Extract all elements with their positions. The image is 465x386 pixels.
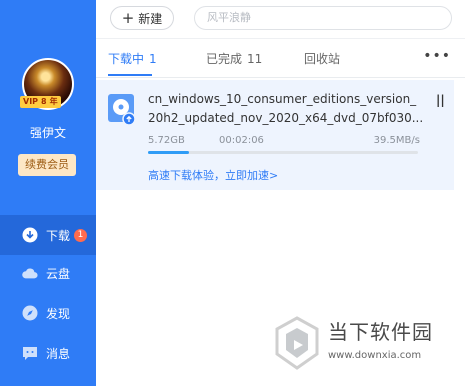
sidebar-item-label: 发现 bbox=[46, 306, 71, 321]
pause-icon[interactable]: || bbox=[436, 93, 445, 107]
watermark-url: www.downxia.com bbox=[328, 350, 422, 361]
watermark-logo-icon bbox=[274, 316, 320, 370]
vip-suffix: 年 bbox=[49, 97, 58, 106]
tab-label: 回收站 bbox=[304, 52, 341, 66]
sidebar-item-label: 下载 bbox=[46, 228, 71, 243]
new-task-button[interactable]: + 新建 bbox=[110, 6, 174, 30]
sidebar-item-download[interactable]: 下载 1 bbox=[0, 215, 96, 255]
progress-fill bbox=[148, 151, 189, 154]
disc-image-file-icon bbox=[108, 94, 136, 126]
cloud-icon bbox=[22, 265, 38, 281]
tab-label: 已完成 bbox=[206, 52, 243, 66]
message-icon bbox=[22, 345, 38, 361]
tab-count: 11 bbox=[247, 52, 263, 66]
plus-icon: + bbox=[121, 8, 135, 27]
accelerate-link[interactable]: 高速下载体验，立即加速> bbox=[148, 167, 278, 183]
tab-downloading[interactable]: 下载中 1 bbox=[108, 50, 157, 67]
active-tab-indicator bbox=[108, 74, 152, 76]
vip-level: 8 bbox=[41, 97, 47, 106]
sidebar-item-label: 消息 bbox=[46, 346, 71, 361]
compass-icon bbox=[22, 305, 38, 321]
tab-bar: 下载中 1 已完成 11 回收站 ••• bbox=[96, 39, 465, 77]
file-size: 5.72GB bbox=[148, 135, 185, 146]
more-options-icon[interactable]: ••• bbox=[423, 48, 451, 64]
vip-badge: VIP 8 年 bbox=[20, 96, 61, 108]
watermark-title: 当下软件园 bbox=[328, 320, 433, 344]
renew-membership-button[interactable]: 续费会员 bbox=[18, 154, 76, 176]
elapsed-time: 00:02:06 bbox=[219, 135, 264, 146]
file-name: cn_windows_10_consumer_editions_version_… bbox=[148, 90, 428, 128]
progress-bar bbox=[148, 151, 418, 154]
file-name-line-2: 20h2_updated_nov_2020_x64_dvd_07bf030... bbox=[148, 111, 424, 125]
username: 强伊文 bbox=[29, 126, 66, 140]
tab-label: 下载中 bbox=[108, 52, 145, 66]
sidebar-item-label: 云盘 bbox=[46, 266, 71, 281]
tab-count: 1 bbox=[149, 52, 157, 66]
download-speed: 39.5MB/s bbox=[373, 135, 420, 146]
vip-label: VIP bbox=[23, 97, 39, 106]
top-bar: + 新建 风平浪静 bbox=[96, 0, 465, 39]
tab-completed[interactable]: 已完成 11 bbox=[206, 50, 262, 67]
sidebar-item-discover[interactable]: 发现 bbox=[0, 293, 96, 333]
sidebar: VIP 8 年 强伊文 续费会员 下载 1 云盘 发现 消息 bbox=[0, 0, 96, 386]
download-icon bbox=[22, 227, 38, 243]
download-count-badge: 1 bbox=[74, 228, 88, 242]
sidebar-item-cloud[interactable]: 云盘 bbox=[0, 253, 96, 293]
new-task-label: 新建 bbox=[138, 11, 163, 26]
search-input[interactable]: 风平浪静 bbox=[194, 6, 452, 30]
watermark: 当下软件园 www.downxia.com bbox=[272, 312, 462, 382]
divider bbox=[96, 77, 465, 78]
sidebar-item-messages[interactable]: 消息 bbox=[0, 333, 96, 373]
tab-recycle-bin[interactable]: 回收站 bbox=[304, 50, 340, 67]
download-task-row[interactable]: cn_windows_10_consumer_editions_version_… bbox=[96, 80, 454, 190]
file-name-line-1: cn_windows_10_consumer_editions_version_ bbox=[148, 92, 417, 106]
